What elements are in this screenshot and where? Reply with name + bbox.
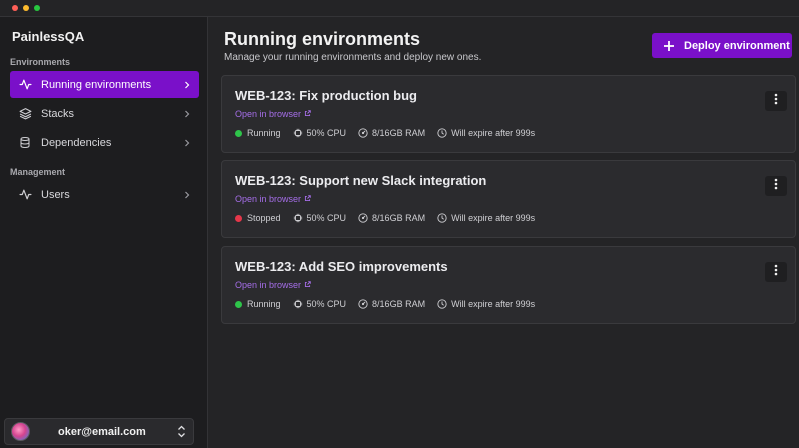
ram-label: 8/16GB RAM	[372, 128, 426, 138]
ram-label: 8/16GB RAM	[372, 299, 426, 309]
clock-icon	[437, 299, 447, 309]
window-controls	[12, 5, 40, 11]
section-label-environments: Environments	[10, 57, 71, 67]
chevron-right-icon	[183, 139, 191, 147]
layers-icon	[18, 107, 32, 121]
open-in-browser-label: Open in browser	[235, 109, 302, 119]
gauge-icon	[358, 299, 368, 309]
avatar	[11, 422, 30, 441]
cpu-label: 50% CPU	[306, 128, 347, 138]
status-stopped-dot	[235, 214, 242, 222]
app-name: PainlessQA	[12, 29, 85, 44]
status-badge: Stopped	[235, 213, 281, 223]
section-label-management: Management	[10, 167, 66, 177]
sidebar-item-stacks[interactable]: Stacks	[10, 100, 199, 127]
status-running-dot	[235, 300, 242, 308]
environment-title: WEB-123: Fix production bug	[235, 88, 417, 103]
ram-usage: 8/16GB RAM	[358, 299, 425, 309]
environment-title: WEB-123: Support new Slack integration	[235, 173, 487, 188]
environment-card: WEB-123: Fix production bug Open in brow…	[221, 75, 796, 153]
open-in-browser-link[interactable]: Open in browser	[235, 194, 311, 204]
open-in-browser-label: Open in browser	[235, 280, 302, 290]
close-window-button[interactable]	[12, 5, 18, 11]
open-in-browser-link[interactable]: Open in browser	[235, 280, 311, 290]
clock-icon	[437, 128, 447, 138]
open-in-browser-link[interactable]: Open in browser	[235, 109, 311, 119]
environment-meta: Running 50% CPU 8/16GB RAM Will expire a…	[235, 299, 547, 309]
status-badge: Running	[235, 299, 281, 309]
cpu-usage: 50% CPU	[293, 128, 347, 138]
expiry-label: Will expire after 999s	[451, 213, 536, 223]
more-vertical-icon	[774, 92, 778, 110]
chevron-right-icon	[183, 191, 191, 199]
sidebar-item-label: Users	[41, 188, 70, 201]
chevron-up-down-icon	[175, 425, 187, 439]
cpu-usage: 50% CPU	[293, 213, 347, 223]
cpu-icon	[293, 299, 303, 309]
chevron-right-icon	[183, 110, 191, 118]
app-window: PainlessQA Environments Running environm…	[0, 0, 799, 448]
expiry-info: Will expire after 999s	[437, 128, 535, 138]
sidebar-item-running-environments[interactable]: Running environments	[10, 71, 199, 98]
ram-label: 8/16GB RAM	[372, 213, 426, 223]
more-vertical-icon	[774, 177, 778, 195]
environment-card: WEB-123: Support new Slack integration O…	[221, 160, 796, 238]
external-link-icon	[304, 194, 311, 204]
sidebar-item-label: Running environments	[41, 78, 152, 91]
expiry-label: Will expire after 999s	[451, 299, 536, 309]
status-label: Running	[247, 128, 281, 138]
ram-usage: 8/16GB RAM	[358, 213, 425, 223]
page-title: Running environments	[224, 29, 421, 49]
status-badge: Running	[235, 128, 281, 138]
environment-meta: Stopped 50% CPU 8/16GB RAM Will expire a…	[235, 213, 547, 223]
status-label: Stopped	[247, 213, 281, 223]
cpu-label: 50% CPU	[306, 213, 347, 223]
cpu-usage: 50% CPU	[293, 299, 347, 309]
activity-icon	[18, 188, 32, 202]
open-in-browser-label: Open in browser	[235, 194, 302, 204]
chevron-right-icon	[183, 81, 191, 89]
cpu-label: 50% CPU	[306, 299, 347, 309]
plus-icon	[662, 39, 676, 53]
sidebar-item-label: Stacks	[41, 107, 75, 120]
environment-menu-button[interactable]	[765, 91, 787, 111]
page-subtitle: Manage your running environments and dep…	[224, 52, 482, 63]
user-account-switcher[interactable]: oker@email.com	[4, 418, 194, 445]
clock-icon	[437, 213, 447, 223]
deploy-environment-button[interactable]: Deploy environment	[652, 33, 792, 58]
deploy-button-label: Deploy environment	[684, 39, 790, 52]
activity-icon	[18, 78, 32, 92]
sidebar-item-users[interactable]: Users	[10, 181, 199, 208]
database-icon	[18, 136, 32, 150]
sidebar-item-dependencies[interactable]: Dependencies	[10, 129, 199, 156]
ram-usage: 8/16GB RAM	[358, 128, 425, 138]
minimize-window-button[interactable]	[23, 5, 29, 11]
main-content: Running environments Manage your running…	[209, 17, 799, 448]
external-link-icon	[304, 109, 311, 119]
cpu-icon	[293, 128, 303, 138]
zoom-window-button[interactable]	[34, 5, 40, 11]
environment-title: WEB-123: Add SEO improvements	[235, 259, 448, 274]
expiry-info: Will expire after 999s	[437, 213, 535, 223]
user-email: oker@email.com	[58, 425, 146, 438]
sidebar-item-label: Dependencies	[41, 136, 112, 149]
status-running-dot	[235, 129, 242, 137]
more-vertical-icon	[774, 263, 778, 281]
environment-menu-button[interactable]	[765, 262, 787, 282]
status-label: Running	[247, 299, 281, 309]
external-link-icon	[304, 280, 311, 290]
expiry-info: Will expire after 999s	[437, 299, 535, 309]
environment-menu-button[interactable]	[765, 176, 787, 196]
gauge-icon	[358, 213, 368, 223]
environment-card: WEB-123: Add SEO improvements Open in br…	[221, 246, 796, 324]
cpu-icon	[293, 213, 303, 223]
expiry-label: Will expire after 999s	[451, 128, 536, 138]
sidebar: PainlessQA Environments Running environm…	[0, 17, 208, 448]
environment-meta: Running 50% CPU 8/16GB RAM Will expire a…	[235, 128, 547, 138]
gauge-icon	[358, 128, 368, 138]
